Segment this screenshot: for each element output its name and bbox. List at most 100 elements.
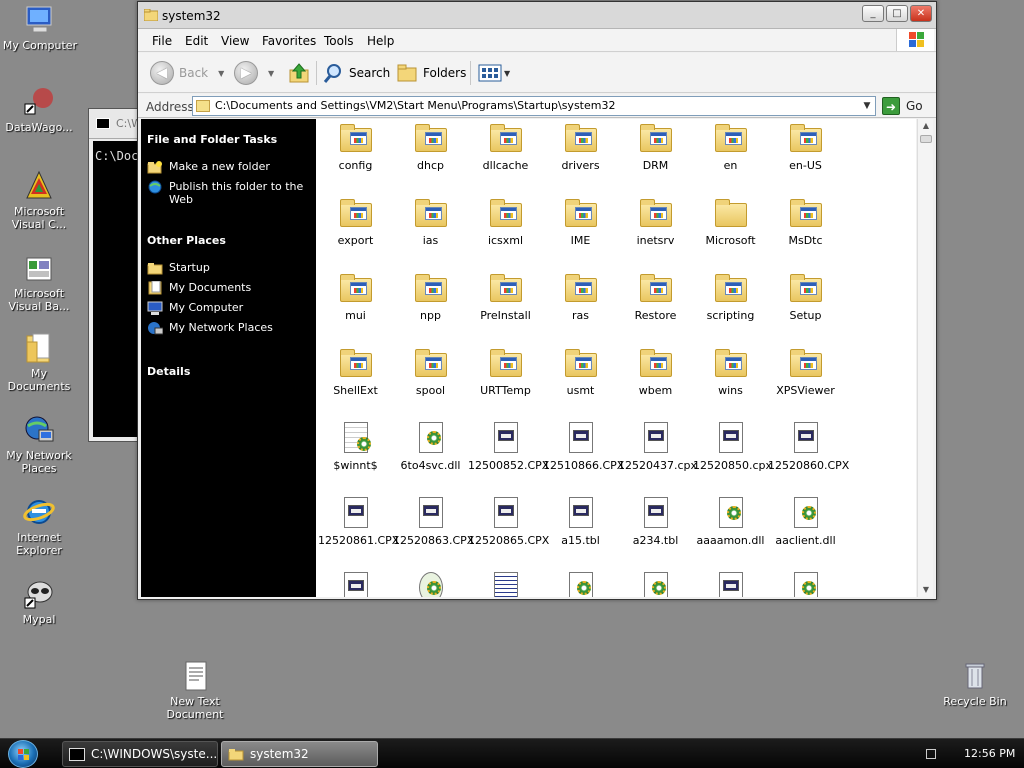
file-item[interactable]: a234.tbl bbox=[618, 497, 693, 547]
desktop-icon-my-documents[interactable]: My Documents bbox=[0, 332, 78, 393]
file-item[interactable]: ShellExt bbox=[318, 347, 393, 397]
vertical-scrollbar[interactable]: ▲ ▼ bbox=[917, 119, 933, 597]
file-item[interactable] bbox=[693, 572, 768, 597]
scroll-up-icon[interactable]: ▲ bbox=[918, 119, 934, 133]
maximize-button[interactable]: □ bbox=[886, 5, 908, 22]
clock[interactable]: 12:56 PM bbox=[964, 747, 1015, 760]
go-button[interactable]: ➜ Go bbox=[882, 97, 923, 115]
file-folder-tasks-heading[interactable]: File and Folder Tasks bbox=[147, 133, 277, 146]
scroll-down-icon[interactable]: ▼ bbox=[918, 583, 934, 597]
file-item[interactable]: scripting bbox=[693, 272, 768, 322]
other-places-heading[interactable]: Other Places bbox=[147, 234, 226, 247]
desktop-icon-mypal[interactable]: Mypal bbox=[0, 578, 78, 626]
file-item[interactable] bbox=[468, 572, 543, 597]
file-item[interactable]: wbem bbox=[618, 347, 693, 397]
file-item[interactable]: config bbox=[318, 122, 393, 172]
file-item[interactable]: $winnt$ bbox=[318, 422, 393, 472]
file-item[interactable]: MsDtc bbox=[768, 197, 843, 247]
address-input[interactable]: C:\Documents and Settings\VM2\Start Menu… bbox=[192, 96, 876, 116]
file-item[interactable]: wins bbox=[693, 347, 768, 397]
file-item[interactable]: spool bbox=[393, 347, 468, 397]
up-button[interactable] bbox=[288, 61, 310, 85]
file-item[interactable]: dllcache bbox=[468, 122, 543, 172]
file-item[interactable] bbox=[543, 572, 618, 597]
menu-favorites[interactable]: Favorites bbox=[262, 34, 316, 48]
task-publish-to-web[interactable]: Publish this folder to the Web bbox=[147, 180, 312, 206]
desktop-icon-label: DataWago... bbox=[5, 121, 73, 134]
file-item[interactable]: npp bbox=[393, 272, 468, 322]
file-item[interactable]: Microsoft bbox=[693, 197, 768, 247]
file-item[interactable]: PreInstall bbox=[468, 272, 543, 322]
file-item[interactable]: drivers bbox=[543, 122, 618, 172]
file-item[interactable]: DRM bbox=[618, 122, 693, 172]
file-item[interactable]: Restore bbox=[618, 272, 693, 322]
folders-button[interactable]: Folders bbox=[396, 61, 466, 85]
file-item[interactable]: en bbox=[693, 122, 768, 172]
place-my-computer[interactable]: My Computer bbox=[147, 301, 312, 315]
keyboard-tray-icon[interactable] bbox=[926, 749, 936, 759]
place-startup[interactable]: Startup bbox=[147, 261, 312, 275]
file-item[interactable]: 12510866.CPX bbox=[543, 422, 624, 472]
desktop-icon-my-computer[interactable]: My Computer bbox=[1, 4, 79, 52]
forward-button[interactable]: ▶ ▼ bbox=[234, 61, 274, 85]
taskbar-system32-button[interactable]: system32 bbox=[221, 741, 378, 767]
file-item[interactable]: mui bbox=[318, 272, 393, 322]
file-item[interactable]: usmt bbox=[543, 347, 618, 397]
menu-view[interactable]: View bbox=[221, 34, 249, 48]
desktop-icon-my-network-places[interactable]: My Network Places bbox=[0, 414, 78, 475]
file-item[interactable]: Setup bbox=[768, 272, 843, 322]
file-item[interactable]: XPSViewer bbox=[768, 347, 843, 397]
file-item[interactable]: 12520437.cpx bbox=[618, 422, 697, 472]
file-item[interactable]: ras bbox=[543, 272, 618, 322]
file-item[interactable]: icsxml bbox=[468, 197, 543, 247]
start-button[interactable] bbox=[8, 740, 38, 768]
chevron-down-icon[interactable]: ▼ bbox=[859, 97, 875, 115]
file-item[interactable]: 12520865.CPX bbox=[468, 497, 549, 547]
file-item[interactable]: ias bbox=[393, 197, 468, 247]
file-item[interactable]: inetsrv bbox=[618, 197, 693, 247]
place-my-documents[interactable]: My Documents bbox=[147, 281, 312, 295]
close-button[interactable]: ✕ bbox=[910, 5, 932, 22]
scroll-thumb[interactable] bbox=[920, 135, 932, 143]
desktop-icon-new-text-document[interactable]: New Text Document bbox=[156, 660, 234, 721]
file-item[interactable] bbox=[768, 572, 843, 597]
desktop-icon-recycle-bin[interactable]: Recycle Bin bbox=[936, 660, 1014, 708]
menu-file[interactable]: File bbox=[152, 34, 172, 48]
menu-tools[interactable]: Tools bbox=[324, 34, 354, 48]
menu-help[interactable]: Help bbox=[367, 34, 394, 48]
file-item[interactable]: dhcp bbox=[393, 122, 468, 172]
computer-icon bbox=[147, 301, 163, 315]
file-item[interactable]: 12520861.CPX bbox=[318, 497, 399, 547]
file-item[interactable]: a15.tbl bbox=[543, 497, 618, 547]
file-item[interactable]: 12520863.CPX bbox=[393, 497, 474, 547]
file-item[interactable]: IME bbox=[543, 197, 618, 247]
taskbar-console-button[interactable]: C:\WINDOWS\syste... bbox=[62, 741, 218, 767]
desktop-icon-datawago[interactable]: DataWago... bbox=[0, 86, 78, 134]
desktop-icon-visual-basic[interactable]: Microsoft Visual Ba... bbox=[0, 252, 78, 313]
place-my-network-places[interactable]: My Network Places bbox=[147, 321, 312, 335]
details-heading[interactable]: Details bbox=[147, 365, 190, 378]
file-item[interactable]: 6to4svc.dll bbox=[393, 422, 468, 472]
file-item[interactable]: aaaamon.dll bbox=[693, 497, 768, 547]
task-make-new-folder[interactable]: Make a new folder bbox=[147, 160, 312, 174]
minimize-button[interactable]: _ bbox=[862, 5, 884, 22]
back-button[interactable]: ◀ Back ▼ bbox=[150, 61, 224, 85]
file-item[interactable]: 12500852.CPX bbox=[468, 422, 549, 472]
menu-edit[interactable]: Edit bbox=[185, 34, 208, 48]
file-item[interactable] bbox=[618, 572, 693, 597]
file-item[interactable]: 12520850.cpx bbox=[693, 422, 772, 472]
file-list[interactable]: config dhcp dllcache drivers DRM en en-US expor… bbox=[316, 119, 916, 597]
file-item[interactable]: aaclient.dll bbox=[768, 497, 843, 547]
window-titlebar[interactable]: system32 _ □ ✕ bbox=[138, 2, 936, 29]
desktop-icon-visual-c[interactable]: Microsoft Visual C... bbox=[0, 170, 78, 231]
file-item[interactable]: en-US bbox=[768, 122, 843, 172]
file-item[interactable] bbox=[393, 572, 468, 597]
file-item[interactable]: export bbox=[318, 197, 393, 247]
views-button[interactable]: ▼ bbox=[478, 61, 510, 85]
file-item[interactable]: URTTemp bbox=[468, 347, 543, 397]
file-item[interactable]: 12520860.CPX bbox=[768, 422, 849, 472]
file-item[interactable] bbox=[318, 572, 393, 597]
explorer-window[interactable]: system32 _ □ ✕ File Edit View Favorites … bbox=[137, 1, 937, 600]
desktop-icon-internet-explorer[interactable]: Internet Explorer bbox=[0, 496, 78, 557]
search-button[interactable]: Search bbox=[322, 61, 390, 85]
